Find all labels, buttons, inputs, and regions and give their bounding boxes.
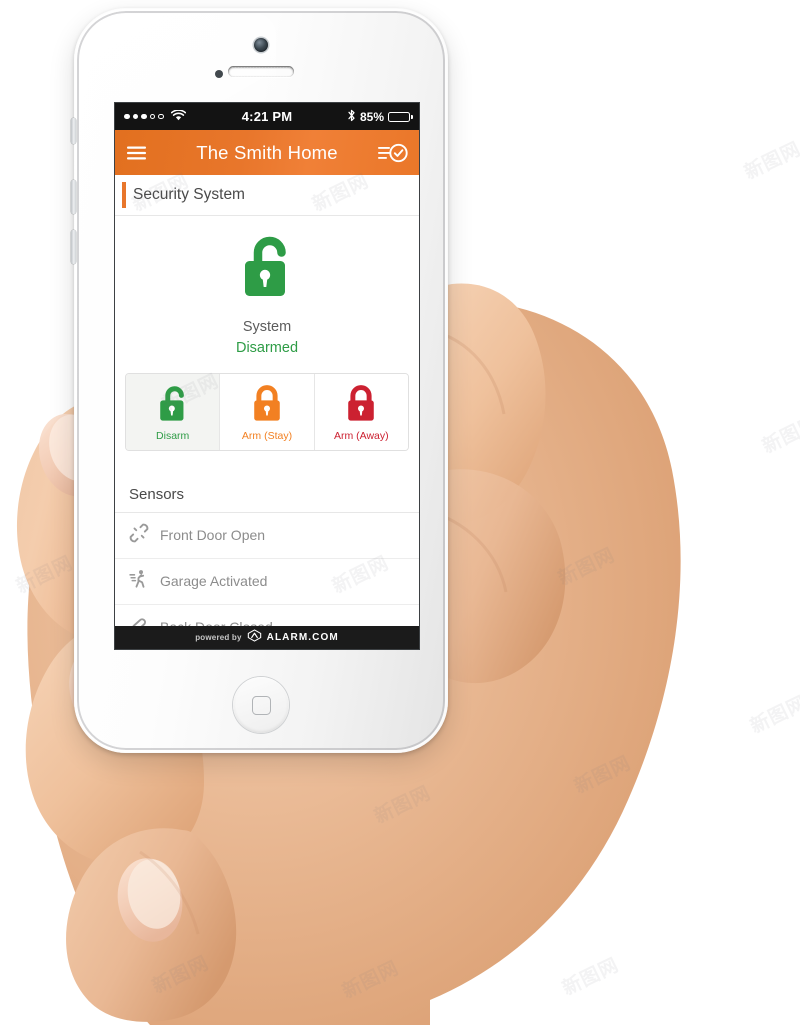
arm-stay-button[interactable]: Arm (Stay) (220, 374, 315, 450)
status-bar: 4:21 PM 85% (115, 103, 419, 130)
app-header: The Smith Home (115, 130, 419, 175)
sensor-label: Back Door Closed (160, 619, 273, 626)
silent-switch[interactable] (71, 118, 76, 144)
sensor-row-back-door[interactable]: Back Door Closed (115, 604, 419, 626)
battery-percent-label: 85% (359, 109, 384, 124)
phone-screen: 4:21 PM 85% The Smith Home Security Syst… (115, 103, 419, 649)
volume-down-button[interactable] (71, 230, 76, 264)
section-accent-bar (122, 182, 126, 208)
broken-link-icon (129, 523, 149, 548)
screen-content: Security System System Disarmed Disarm A… (115, 175, 419, 626)
disarm-button[interactable]: Disarm (126, 374, 221, 450)
list-check-icon[interactable] (378, 143, 408, 163)
arm-mode-button-group: Disarm Arm (Stay) Arm (Away) (125, 373, 409, 451)
alarm-com-logo-icon (247, 628, 262, 647)
front-camera-icon (254, 38, 268, 52)
sensor-row-front-door[interactable]: Front Door Open (115, 512, 419, 559)
sensors-heading: Sensors (115, 469, 419, 513)
system-status-value: Disarmed (235, 340, 299, 357)
unlocked-padlock-icon (115, 233, 419, 310)
volume-up-button[interactable] (71, 180, 76, 214)
arm-stay-button-label: Arm (Stay) (241, 430, 293, 443)
alarm-com-brand-label: ALARM.COM (266, 632, 339, 643)
earpiece-speaker-icon (228, 66, 294, 77)
sensor-label: Garage Activated (160, 573, 268, 590)
page-title: The Smith Home (196, 141, 338, 163)
bluetooth-icon (347, 109, 356, 125)
system-status-label: System (242, 319, 292, 335)
arm-away-button[interactable]: Arm (Away) (314, 374, 408, 450)
home-button[interactable] (233, 677, 289, 733)
sensor-label: Front Door Open (160, 527, 266, 544)
closed-link-icon (129, 615, 149, 626)
hamburger-menu-icon[interactable] (126, 145, 147, 161)
battery-icon (388, 111, 413, 122)
powered-by-label: powered by (195, 633, 242, 642)
sensor-row-garage[interactable]: Garage Activated (115, 558, 419, 605)
home-button-square-icon (251, 695, 271, 715)
smartphone-device: 4:21 PM 85% The Smith Home Security Syst… (71, 8, 448, 753)
disarm-button-label: Disarm (156, 430, 190, 443)
arm-away-button-label: Arm (Away) (333, 430, 389, 443)
proximity-sensor-icon (215, 70, 223, 78)
motion-sensor-icon (129, 569, 149, 594)
security-section-header: Security System (115, 175, 419, 216)
powered-by-footer: powered by ALARM.COM (115, 626, 419, 649)
status-bar-right: 85% (347, 109, 413, 125)
system-status-panel: System Disarmed (115, 216, 419, 366)
security-section-title: Security System (133, 186, 245, 203)
